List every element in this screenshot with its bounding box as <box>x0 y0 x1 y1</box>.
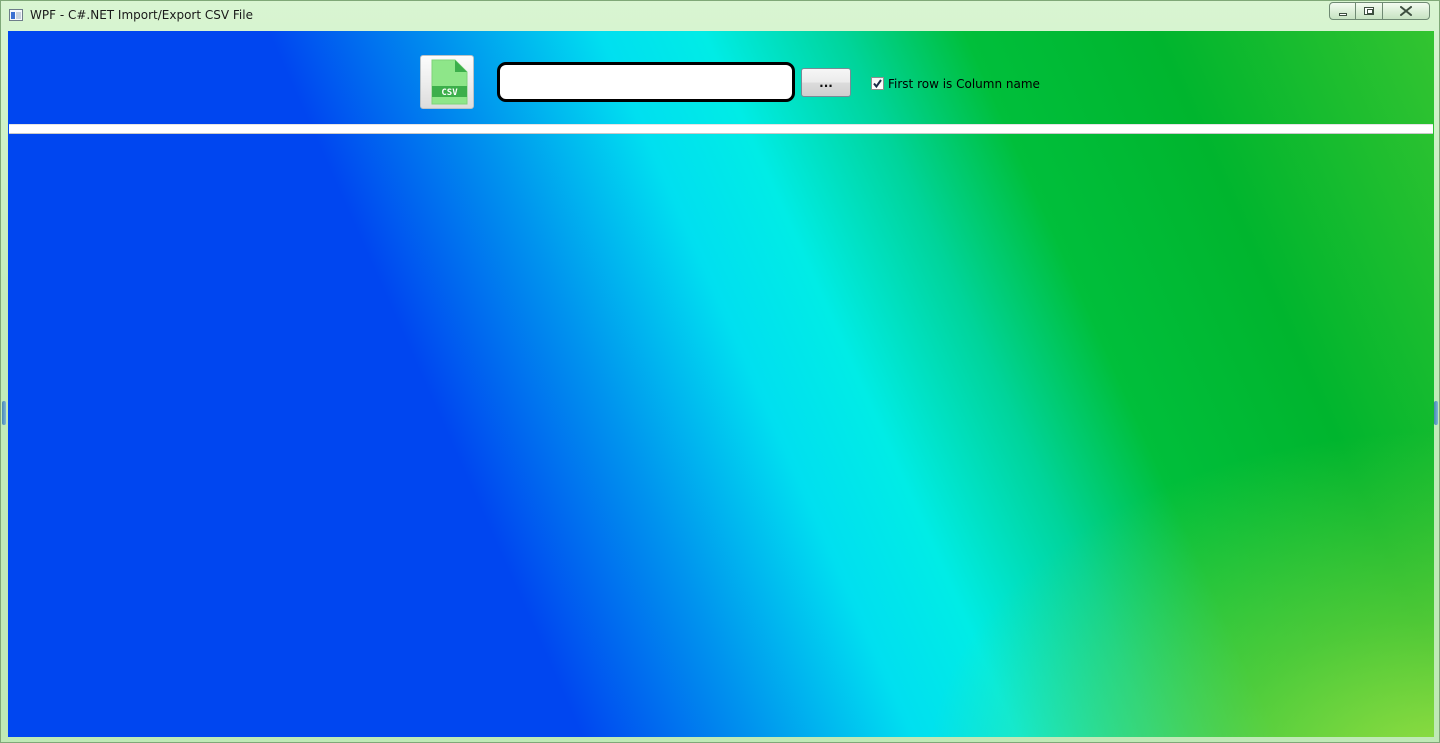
toolbar: CSV ... First row is Column name <box>8 31 1434 124</box>
import-csv-button[interactable]: CSV <box>420 55 474 109</box>
csv-file-icon: CSV <box>431 59 468 105</box>
minimize-button[interactable] <box>1329 2 1356 20</box>
checkmark-icon <box>873 78 882 88</box>
window-title: WPF - C#.NET Import/Export CSV File <box>30 8 253 22</box>
window-app-icon[interactable] <box>9 9 23 21</box>
maximize-icon <box>1364 7 1374 15</box>
client-area: CSV ... First row is Column name <box>8 31 1434 737</box>
close-icon <box>1400 6 1412 16</box>
checkbox-box[interactable] <box>871 76 884 90</box>
checkbox-label: First row is Column name <box>888 77 1040 91</box>
csv-icon-text: CSV <box>441 88 458 98</box>
minimize-icon <box>1338 12 1347 16</box>
app-window: WPF - C#.NET Import/Export CSV File CSV … <box>0 0 1440 743</box>
first-row-column-name-checkbox[interactable]: First row is Column name <box>871 75 1040 91</box>
close-button[interactable] <box>1383 2 1430 20</box>
left-resize-grip[interactable] <box>2 401 6 425</box>
right-resize-grip[interactable] <box>1434 401 1438 425</box>
maximize-button[interactable] <box>1356 2 1383 20</box>
browse-button[interactable]: ... <box>801 68 851 97</box>
csv-data-grid[interactable] <box>9 124 1433 134</box>
caption-buttons <box>1329 2 1430 21</box>
file-path-input[interactable] <box>497 62 795 102</box>
title-bar[interactable]: WPF - C#.NET Import/Export CSV File <box>1 1 1439 30</box>
